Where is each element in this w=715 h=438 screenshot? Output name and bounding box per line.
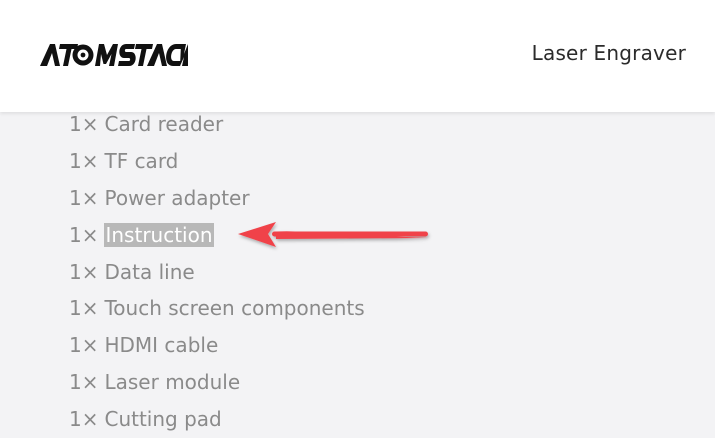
item-name: Laser module xyxy=(104,369,241,394)
item-quantity: 1× xyxy=(69,222,99,247)
item-name: Data line xyxy=(104,259,195,284)
item-name: Cutting pad xyxy=(104,406,222,431)
item-quantity: 1× xyxy=(69,333,99,358)
atomstack-logo[interactable] xyxy=(38,38,188,72)
atomstack-logo-mark xyxy=(40,44,188,66)
list-item-touch-screen-components: 1× Touch screen components xyxy=(69,290,365,327)
header-title[interactable]: Laser Engraver xyxy=(532,41,686,65)
item-name: Card reader xyxy=(104,112,224,137)
item-name: Power adapter xyxy=(104,185,250,210)
item-quantity: 1× xyxy=(69,369,99,394)
item-quantity: 1× xyxy=(69,406,99,431)
list-item-data-line: 1× Data line xyxy=(69,253,365,290)
list-item-laser-module: 1× Laser module xyxy=(69,364,365,401)
item-quantity: 1× xyxy=(69,112,99,137)
site-header: Laser Engraver xyxy=(0,0,715,112)
list-item-hdmi-cable: 1× HDMI cable xyxy=(69,327,365,364)
list-item-cutting-pad: 1× Cutting pad xyxy=(69,400,365,437)
item-quantity: 1× xyxy=(69,259,99,284)
item-name: Touch screen components xyxy=(104,296,365,321)
page: Laser Engraver 1× Card reader 1× TF card… xyxy=(0,0,715,438)
list-item-tf-card: 1× TF card xyxy=(69,143,365,180)
item-quantity: 1× xyxy=(69,149,99,174)
item-name: HDMI cable xyxy=(104,333,219,358)
annotation-arrow-icon xyxy=(238,222,428,247)
item-name: TF card xyxy=(104,149,179,174)
list-item-power-adapter: 1× Power adapter xyxy=(69,180,365,217)
package-contents-list: 1× Card reader 1× TF card 1× Power adapt… xyxy=(69,106,365,437)
item-quantity: 1× xyxy=(69,185,99,210)
item-name-highlighted: Instruction xyxy=(104,222,214,247)
item-quantity: 1× xyxy=(69,296,99,321)
